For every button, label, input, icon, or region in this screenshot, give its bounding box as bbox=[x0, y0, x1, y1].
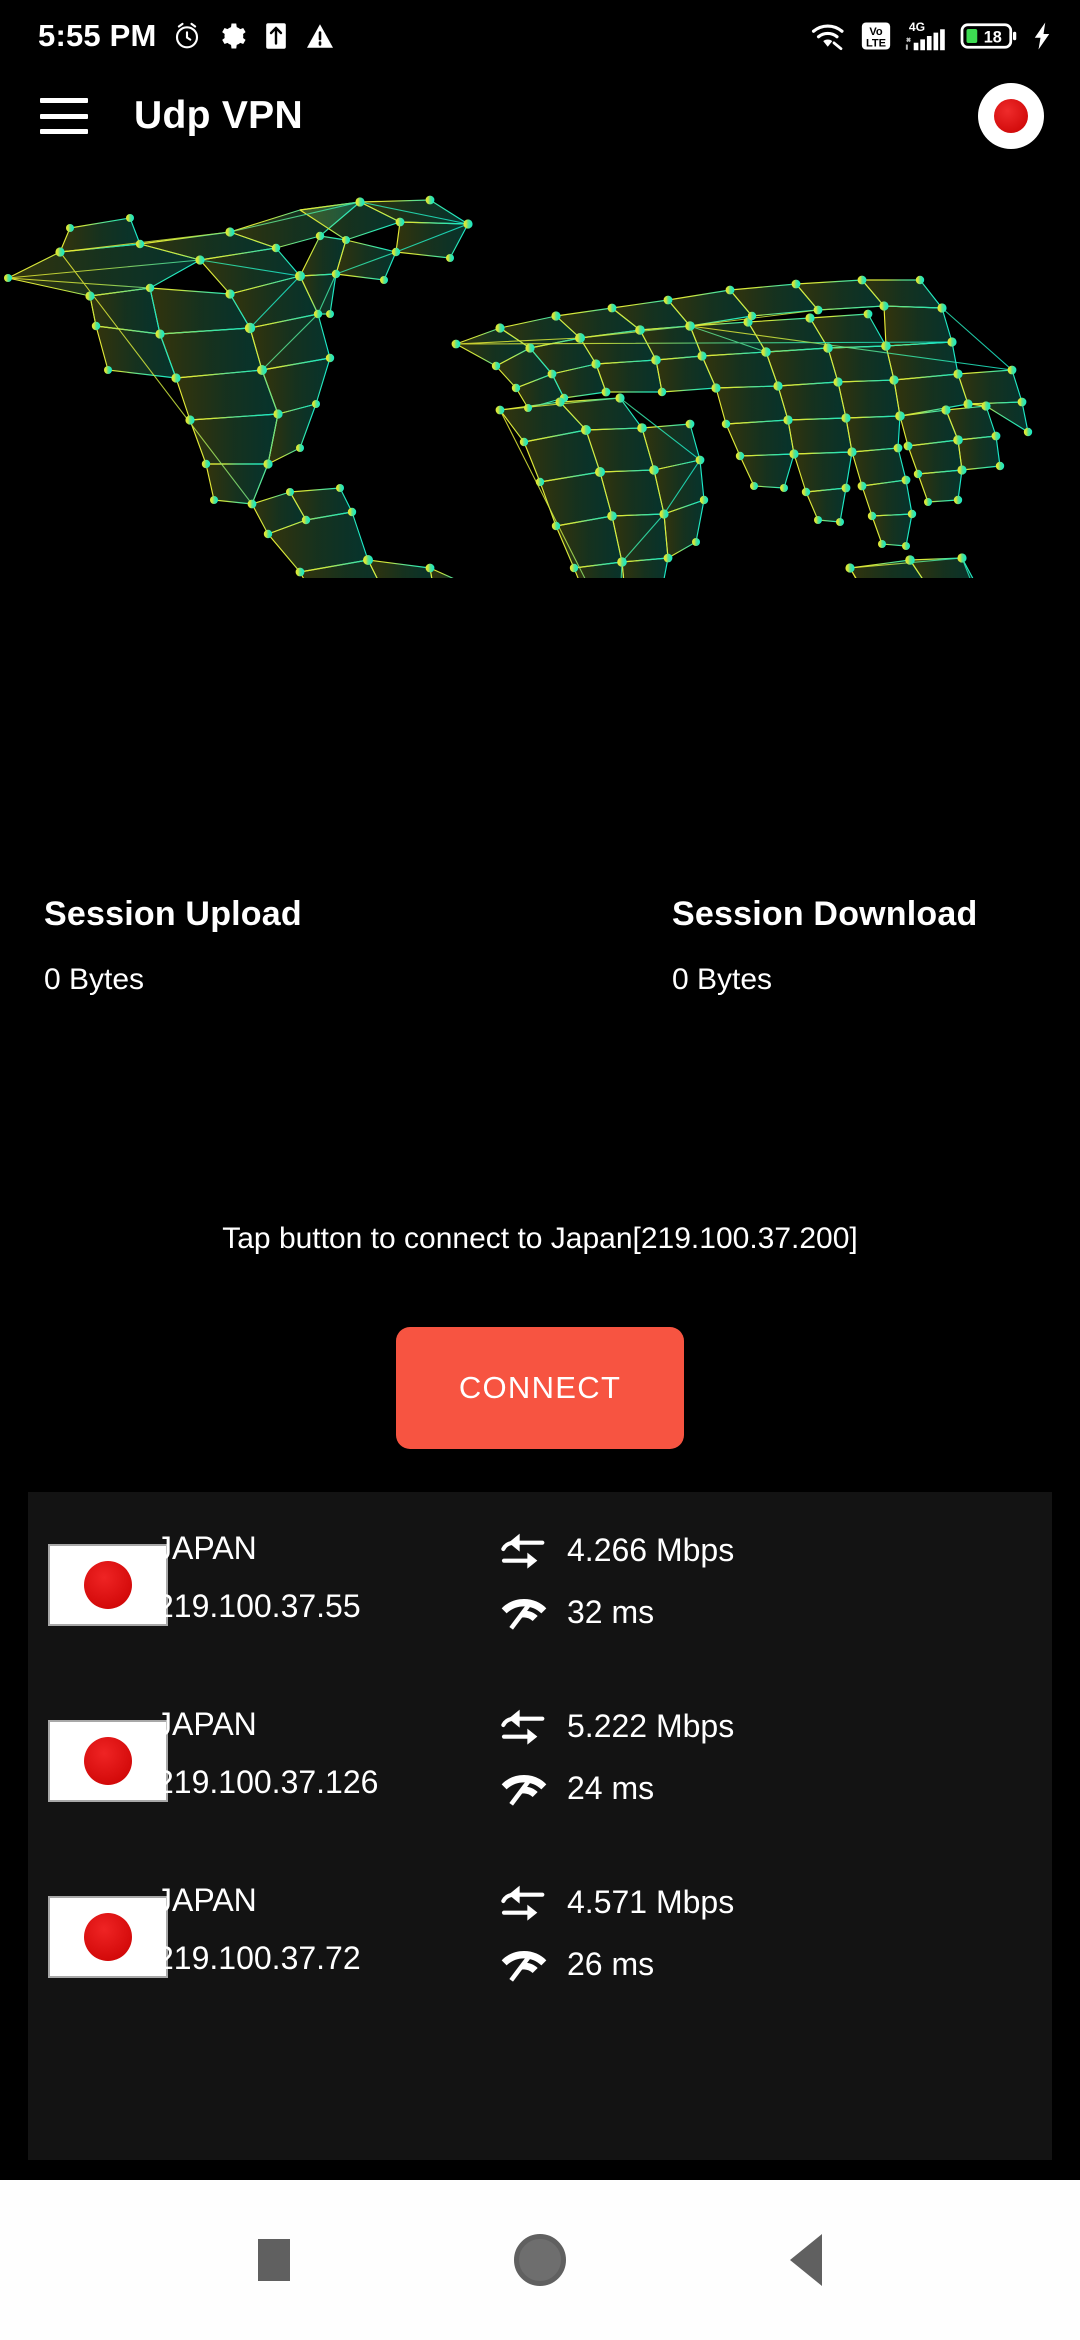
app-screen: 5:55 PM Vo LTE 4G 18 Udp VPN Session Upl… bbox=[0, 0, 1080, 2340]
hamburger-menu-icon[interactable] bbox=[40, 98, 88, 134]
server-ping: 24 ms bbox=[498, 1768, 654, 1808]
world-map-lowpoly bbox=[0, 148, 1080, 578]
server-ping: 26 ms bbox=[498, 1944, 654, 1984]
table-row[interactable]: JAPAN 219.100.37.126 5.222 Mbps 24 ms bbox=[28, 1668, 1052, 1844]
svg-text:Vo: Vo bbox=[869, 26, 883, 38]
server-ping-value: 32 ms bbox=[567, 1593, 655, 1630]
flag-dot bbox=[84, 1737, 132, 1785]
server-country: JAPAN bbox=[156, 1530, 257, 1566]
network-speed-icon bbox=[501, 1951, 547, 1982]
server-ping: 32 ms bbox=[498, 1592, 654, 1632]
server-ip: 219.100.37.55 bbox=[156, 1588, 361, 1624]
flag-dot bbox=[84, 1913, 132, 1961]
server-ping-value: 26 ms bbox=[567, 1945, 655, 1982]
wifi-icon bbox=[811, 24, 844, 50]
session-download: Session Download 0 Bytes bbox=[672, 895, 977, 997]
japan-flag-circle-icon[interactable] bbox=[978, 83, 1044, 149]
home-circle-icon[interactable] bbox=[514, 2234, 566, 2286]
server-list[interactable]: JAPAN 219.100.37.55 4.266 Mbps 32 ms JAP… bbox=[28, 1492, 1052, 2160]
flag-dot bbox=[84, 1561, 132, 1609]
network-speed-icon bbox=[501, 1599, 547, 1630]
server-ip: 219.100.37.72 bbox=[156, 1940, 361, 1976]
session-download-value: 0 Bytes bbox=[672, 963, 773, 996]
upload-box-icon bbox=[265, 23, 286, 49]
svg-text:LTE: LTE bbox=[866, 38, 886, 50]
charging-bolt-icon bbox=[1034, 22, 1050, 50]
server-speed: 4.571 Mbps bbox=[498, 1882, 734, 1922]
status-bar: 5:55 PM Vo LTE 4G 18 bbox=[0, 0, 1080, 72]
system-navigation-bar bbox=[0, 2180, 1080, 2340]
session-upload-label: Session Upload bbox=[44, 895, 302, 933]
network-speed-icon bbox=[501, 1775, 547, 1806]
alarm-icon bbox=[175, 22, 198, 49]
battery-icon: 18 bbox=[960, 23, 1017, 49]
server-speed-value: 5.222 Mbps bbox=[567, 1707, 735, 1744]
session-download-label: Session Download bbox=[672, 895, 978, 933]
japan-flag-icon bbox=[48, 1720, 168, 1802]
japan-flag-icon bbox=[48, 1544, 168, 1626]
page-title: Udp VPN bbox=[134, 94, 303, 137]
server-country: JAPAN bbox=[156, 1706, 257, 1742]
transfer-arrows-icon bbox=[501, 1533, 545, 1569]
server-speed-value: 4.266 Mbps bbox=[567, 1531, 735, 1568]
warning-icon bbox=[306, 24, 333, 48]
server-ping-value: 24 ms bbox=[567, 1769, 655, 1806]
session-upload-value: 0 Bytes bbox=[44, 963, 145, 996]
connect-button[interactable]: CONNECT bbox=[396, 1327, 684, 1449]
status-bar-left: 5:55 PM bbox=[38, 18, 335, 54]
status-bar-right: Vo LTE 4G 18 bbox=[810, 19, 1054, 53]
server-ip: 219.100.37.126 bbox=[156, 1764, 379, 1800]
flag-dot bbox=[994, 99, 1028, 133]
svg-text:4G: 4G bbox=[909, 20, 925, 34]
world-map-svg bbox=[4, 195, 1033, 578]
table-row[interactable]: JAPAN 219.100.37.72 4.571 Mbps 26 ms bbox=[28, 1844, 1052, 2020]
transfer-arrows-icon bbox=[501, 1885, 545, 1921]
server-speed: 5.222 Mbps bbox=[498, 1706, 734, 1746]
session-upload: Session Upload 0 Bytes bbox=[44, 895, 540, 997]
recents-square-icon[interactable] bbox=[258, 2239, 290, 2281]
server-speed: 4.266 Mbps bbox=[498, 1530, 734, 1570]
gear-icon bbox=[221, 23, 246, 49]
server-speed-value: 4.571 Mbps bbox=[567, 1883, 735, 1920]
svg-text:18: 18 bbox=[984, 28, 1002, 46]
signal-4g-icon: 4G bbox=[905, 20, 945, 51]
app-bar: Udp VPN bbox=[0, 72, 1080, 160]
server-country: JAPAN bbox=[156, 1882, 257, 1918]
japan-flag-icon bbox=[48, 1896, 168, 1978]
table-row[interactable]: JAPAN 219.100.37.55 4.266 Mbps 32 ms bbox=[28, 1492, 1052, 1668]
back-triangle-icon[interactable] bbox=[790, 2234, 822, 2286]
status-clock: 5:55 PM bbox=[38, 18, 157, 53]
volte-icon: Vo LTE bbox=[861, 22, 891, 50]
transfer-arrows-icon bbox=[501, 1709, 545, 1745]
connect-hint: Tap button to connect to Japan[219.100.3… bbox=[222, 1222, 858, 1255]
